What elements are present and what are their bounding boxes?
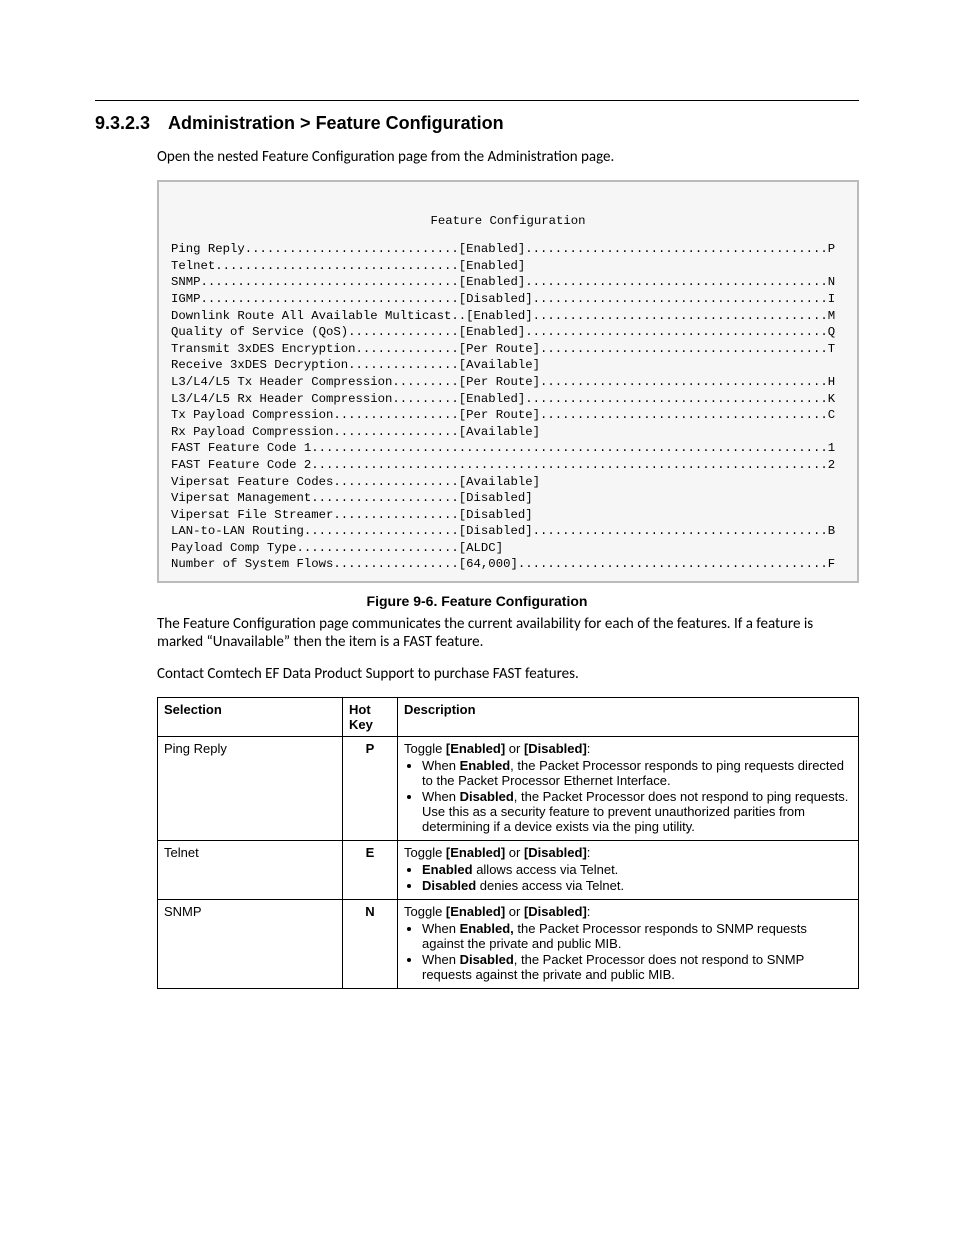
terminal-screenshot: Feature Configuration Ping Reply.........… (157, 180, 859, 583)
figure-caption: Figure 9-6. Feature Configuration (95, 593, 859, 609)
cell-description: Toggle [Enabled] or [Disabled]:When Enab… (398, 900, 859, 989)
cell-selection: Telnet (158, 841, 343, 900)
section-title: Administration > Feature Configuration (168, 113, 504, 133)
col-description: Description (398, 698, 859, 737)
col-selection: Selection (158, 698, 343, 737)
body-paragraph-2: Contact Comtech EF Data Product Support … (157, 665, 859, 683)
intro-paragraph: Open the nested Feature Configuration pa… (157, 148, 859, 166)
cell-selection: SNMP (158, 900, 343, 989)
cell-hotkey: E (343, 841, 398, 900)
section-number: 9.3.2.3 (95, 113, 150, 134)
table-row: TelnetEToggle [Enabled] or [Disabled]:En… (158, 841, 859, 900)
table-header-row: Selection Hot Key Description (158, 698, 859, 737)
feature-table: Selection Hot Key Description Ping Reply… (157, 697, 859, 989)
table-row: Ping ReplyPToggle [Enabled] or [Disabled… (158, 737, 859, 841)
terminal-body: Ping Reply.............................[… (171, 241, 845, 573)
body-paragraph-1: The Feature Configuration page communica… (157, 615, 859, 651)
cell-hotkey: P (343, 737, 398, 841)
cell-description: Toggle [Enabled] or [Disabled]:When Enab… (398, 737, 859, 841)
cell-hotkey: N (343, 900, 398, 989)
top-rule (95, 100, 859, 101)
cell-description: Toggle [Enabled] or [Disabled]:Enabled a… (398, 841, 859, 900)
cell-selection: Ping Reply (158, 737, 343, 841)
table-row: SNMPNToggle [Enabled] or [Disabled]:When… (158, 900, 859, 989)
terminal-title: Feature Configuration (171, 213, 845, 230)
section-heading: 9.3.2.3 Administration > Feature Configur… (95, 113, 859, 134)
col-hotkey: Hot Key (343, 698, 398, 737)
